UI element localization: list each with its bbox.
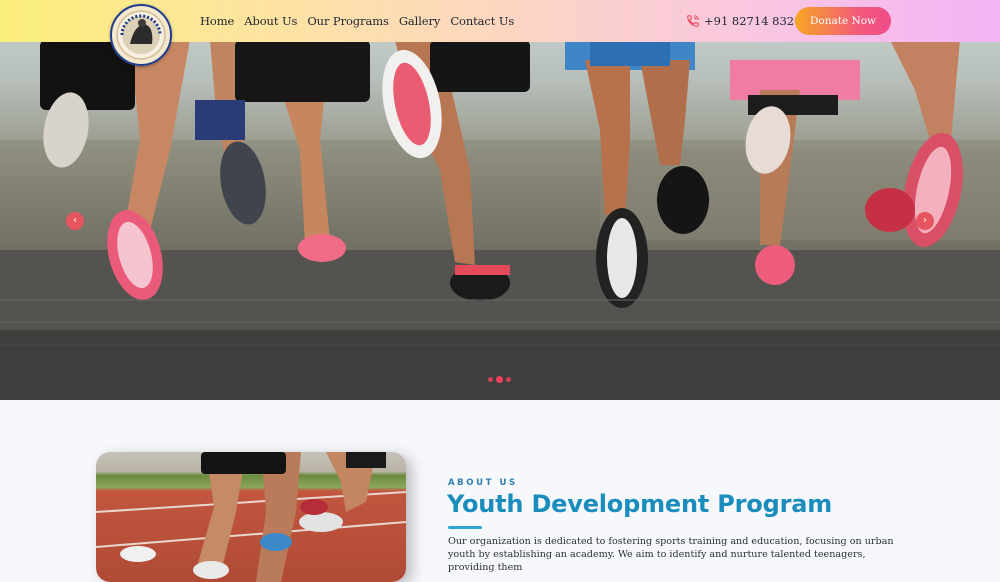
nav-contact-us[interactable]: Contact Us [450,14,514,28]
nav-home[interactable]: Home [200,14,234,28]
nav-our-programs[interactable]: Our Programs [307,14,389,28]
slider-dot-1[interactable] [488,377,493,382]
site-logo[interactable] [110,4,172,66]
nav-about-us[interactable]: About Us [244,14,297,28]
slider-pagination [488,376,511,383]
chevron-right-icon: › [923,215,927,226]
about-paragraph: Our organization is dedicated to fosteri… [448,536,894,573]
slider-next-button[interactable]: › [916,212,934,230]
section-eyebrow: ABOUT US [448,478,518,488]
logo-emblem [110,4,172,66]
title-underline [448,526,482,529]
phone-number: +91 82714 83207 [704,14,809,28]
phone-icon [687,15,699,27]
main-nav: Home About Us Our Programs Gallery Conta… [200,14,514,28]
chevron-left-icon: ‹ [73,215,77,226]
slider-prev-button[interactable]: ‹ [66,212,84,230]
phone-contact[interactable]: +91 82714 83207 [686,14,809,28]
slider-dot-2[interactable] [496,376,503,383]
slider-dot-3[interactable] [506,377,511,382]
site-header: Home About Us Our Programs Gallery Conta… [0,0,1000,66]
donate-button[interactable]: Donate Now [795,7,891,35]
nav-gallery[interactable]: Gallery [399,14,441,28]
section-title: Youth Development Program [447,490,833,518]
